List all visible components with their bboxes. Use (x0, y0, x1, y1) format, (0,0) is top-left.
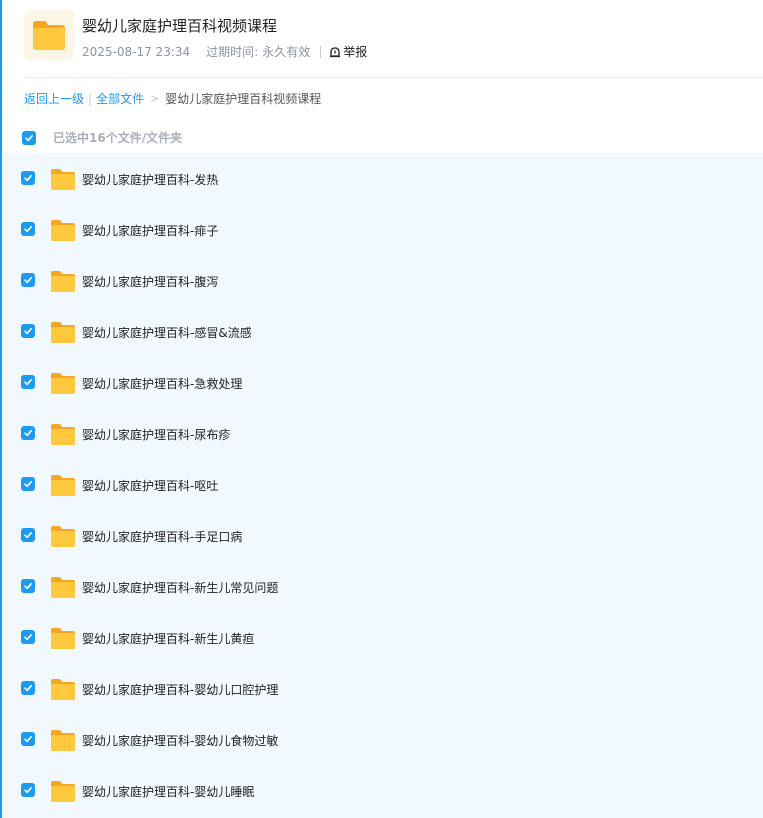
file-row[interactable]: 婴幼儿家庭护理百科-婴幼儿睡眠 (2, 765, 763, 816)
select-all-checkbox[interactable] (22, 130, 36, 145)
file-checkbox[interactable] (21, 528, 35, 542)
file-row[interactable]: 婴幼儿家庭护理百科-腹泻 (2, 255, 763, 306)
file-name[interactable]: 婴幼儿家庭护理百科-发热 (82, 171, 218, 188)
folder-icon (50, 677, 76, 705)
file-name[interactable]: 婴幼儿家庭护理百科-手足口病 (82, 528, 242, 545)
select-all-bar: 已选中16个文件/文件夹 (22, 129, 182, 146)
checkmark-icon (24, 328, 32, 335)
checkmark-icon (24, 481, 32, 488)
file-row[interactable]: 婴幼儿家庭护理百科-发热 (2, 153, 763, 204)
folder-icon (50, 371, 76, 399)
file-row[interactable]: 婴幼儿家庭护理百科-痱子 (2, 204, 763, 255)
folder-icon (50, 218, 76, 246)
checkmark-icon (24, 787, 32, 794)
file-row[interactable]: 婴幼儿家庭护理百科-感冒&流感 (2, 306, 763, 357)
file-row[interactable]: 婴幼儿家庭护理百科-婴幼儿食物过敏 (2, 714, 763, 765)
folder-icon (50, 626, 76, 654)
checkmark-icon (24, 379, 32, 386)
file-name[interactable]: 婴幼儿家庭护理百科-婴幼儿睡眠 (82, 783, 254, 800)
file-checkbox[interactable] (21, 630, 35, 644)
checkmark-icon (24, 226, 32, 233)
report-label: 举报 (343, 45, 368, 59)
folder-icon (50, 524, 76, 552)
report-icon (330, 46, 341, 57)
page-title: 婴幼儿家庭护理百科视频课程 (82, 17, 278, 35)
meta-divider (320, 45, 322, 58)
checkmark-icon (24, 583, 32, 590)
file-checkbox[interactable] (21, 477, 35, 491)
checkmark-icon (24, 685, 32, 692)
file-checkbox[interactable] (21, 681, 35, 695)
file-checkbox[interactable] (21, 273, 35, 287)
share-header: 婴幼儿家庭护理百科视频课程 2025-08-17 23:34 过期时间: 永久有… (24, 10, 763, 78)
expire-value: 永久有效 (262, 45, 311, 59)
checkmark-icon (24, 175, 32, 182)
breadcrumb: 返回上一级 | 全部文件 > 婴幼儿家庭护理百科视频课程 (24, 90, 321, 107)
breadcrumb-back-link[interactable]: 返回上一级 (24, 90, 84, 107)
breadcrumb-all-files-link[interactable]: 全部文件 (96, 90, 144, 107)
file-checkbox[interactable] (21, 171, 35, 185)
share-meta: 2025-08-17 23:34 过期时间: 永久有效 举报 (82, 43, 367, 60)
checkmark-icon (24, 277, 32, 284)
file-row[interactable]: 婴幼儿家庭护理百科-手足口病 (2, 510, 763, 561)
file-checkbox[interactable] (21, 579, 35, 593)
file-name[interactable]: 婴幼儿家庭护理百科-新生儿常见问题 (82, 579, 278, 596)
file-list: 婴幼儿家庭护理百科-发热 婴幼儿家庭护理百科-痱子 婴幼儿家庭护理百科-腹泻 婴幼儿家… (2, 153, 763, 818)
checkmark-icon (24, 430, 32, 437)
file-name[interactable]: 婴幼儿家庭护理百科-腹泻 (82, 273, 218, 290)
folder-icon (50, 473, 76, 501)
checkmark-icon (24, 532, 32, 539)
file-row[interactable]: 婴幼儿家庭护理百科-急救处理 (2, 357, 763, 408)
file-name[interactable]: 婴幼儿家庭护理百科-婴幼儿口腔护理 (82, 681, 278, 698)
file-name[interactable]: 婴幼儿家庭护理百科-婴幼儿食物过敏 (82, 732, 278, 749)
checkmark-icon (25, 134, 33, 141)
file-row[interactable]: 婴幼儿家庭护理百科-呕吐 (2, 459, 763, 510)
folder-icon (24, 10, 74, 60)
file-name[interactable]: 婴幼儿家庭护理百科-呕吐 (82, 477, 218, 494)
selection-count: 已选中16个文件/文件夹 (53, 131, 183, 145)
file-name[interactable]: 婴幼儿家庭护理百科-急救处理 (82, 375, 242, 392)
share-date: 2025-08-17 23:34 (82, 44, 191, 59)
folder-icon (50, 422, 76, 450)
file-name[interactable]: 婴幼儿家庭护理百科-感冒&流感 (82, 324, 252, 341)
folder-icon (50, 728, 76, 756)
file-checkbox[interactable] (21, 426, 35, 440)
file-checkbox[interactable] (21, 732, 35, 746)
checkmark-icon (24, 634, 32, 641)
folder-icon (50, 320, 76, 348)
file-checkbox[interactable] (21, 375, 35, 389)
file-name[interactable]: 婴幼儿家庭护理百科-新生儿黄疸 (82, 630, 254, 647)
expire-label: 过期时间: (206, 45, 259, 59)
folder-icon (50, 167, 76, 195)
file-checkbox[interactable] (21, 222, 35, 236)
breadcrumb-current: 婴幼儿家庭护理百科视频课程 (165, 92, 322, 106)
folder-icon (50, 575, 76, 603)
file-checkbox[interactable] (21, 324, 35, 338)
report-button[interactable]: 举报 (329, 43, 367, 60)
file-row[interactable]: 婴幼儿家庭护理百科-新生儿常见问题 (2, 561, 763, 612)
breadcrumb-divider: | (88, 91, 93, 106)
folder-icon (50, 269, 76, 297)
file-row[interactable]: 婴幼儿家庭护理百科-婴幼儿口腔护理 (2, 663, 763, 714)
file-checkbox[interactable] (21, 783, 35, 797)
breadcrumb-chevron-icon: > (150, 92, 160, 105)
checkmark-icon (24, 736, 32, 743)
folder-icon (50, 779, 76, 807)
file-name[interactable]: 婴幼儿家庭护理百科-尿布疹 (82, 426, 230, 443)
file-row[interactable]: 婴幼儿家庭护理百科-新生儿黄疸 (2, 612, 763, 663)
file-name[interactable]: 婴幼儿家庭护理百科-痱子 (82, 222, 218, 239)
file-row[interactable]: 婴幼儿家庭护理百科-尿布疹 (2, 408, 763, 459)
